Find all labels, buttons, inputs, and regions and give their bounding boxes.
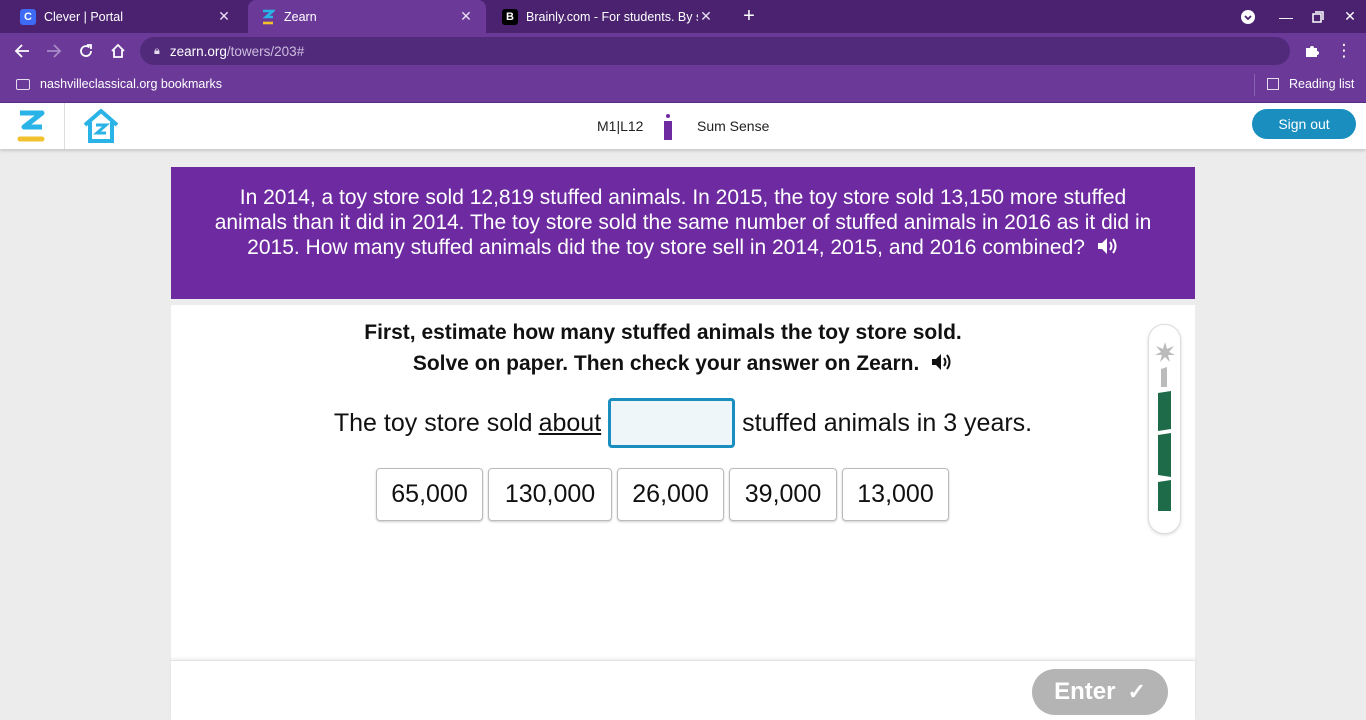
- reading-list-label: Reading list: [1289, 77, 1355, 91]
- answer-choices: 65,000 130,000 26,000 39,000 13,000: [376, 468, 949, 521]
- speaker-icon[interactable]: [1097, 236, 1119, 261]
- zearn-logo-icon[interactable]: [14, 107, 50, 145]
- enter-button[interactable]: Enter ✓: [1032, 669, 1168, 715]
- enter-label: Enter: [1054, 678, 1116, 705]
- lesson-title: Sum Sense: [697, 118, 770, 134]
- tab-clever[interactable]: C Clever | Portal ✕: [8, 0, 244, 33]
- tab-title: Zearn: [284, 9, 317, 24]
- reading-list-button[interactable]: Reading list: [1267, 77, 1354, 91]
- url-host: zearn.org: [169, 43, 227, 59]
- menu-kebab-icon[interactable]: ⋮: [1332, 39, 1356, 63]
- bookmarks-bar: nashvilleclassical.org bookmarks Reading…: [0, 69, 1366, 103]
- lock-icon: 🔒︎: [154, 44, 160, 57]
- choice-tile[interactable]: 26,000: [617, 468, 724, 521]
- close-window-icon[interactable]: ✕: [1334, 0, 1366, 33]
- tower-progress: [1148, 324, 1181, 534]
- answer-drop-box[interactable]: [608, 398, 736, 448]
- tab-title: Brainly.com - For students. By st: [526, 9, 698, 24]
- problem-banner: In 2014, a toy store sold 12,819 stuffed…: [171, 167, 1195, 299]
- back-arrow-icon[interactable]: [10, 39, 34, 63]
- home-icon[interactable]: [82, 108, 120, 144]
- zearn-favicon-icon: [260, 9, 276, 25]
- url-path: /towers/203#: [226, 43, 305, 59]
- lesson-code: M1|L12: [597, 118, 644, 134]
- sign-out-button[interactable]: Sign out: [1252, 109, 1356, 139]
- close-icon[interactable]: ✕: [216, 8, 232, 25]
- problem-text: In 2014, a toy store sold 12,819 stuffed…: [214, 186, 1152, 259]
- sentence-before: The toy store sold: [333, 408, 533, 437]
- instruction-line-2: Solve on paper. Then check your answer o…: [412, 352, 920, 375]
- brainly-favicon-icon: B: [502, 8, 518, 25]
- bookmark-folder[interactable]: nashvilleclassical.org bookmarks: [16, 77, 222, 91]
- tab-zearn[interactable]: Zearn ✕: [248, 0, 486, 33]
- instruction-line-2-row: Solve on paper. Then check your answer o…: [211, 348, 1155, 380]
- bookmark-separator: [1254, 74, 1255, 96]
- home-browser-icon[interactable]: [106, 39, 130, 63]
- folder-icon: [16, 78, 30, 90]
- speaker-icon[interactable]: [931, 349, 953, 380]
- minimize-icon[interactable]: —: [1270, 0, 1302, 33]
- browser-tab-bar: C Clever | Portal ✕ Zearn ✕ B Brainly.co…: [0, 0, 1366, 33]
- extensions-puzzle-icon[interactable]: [1300, 39, 1324, 63]
- reload-icon[interactable]: [74, 39, 98, 63]
- sentence-about: about: [538, 408, 602, 437]
- instruction-line-1: First, estimate how many stuffed animals…: [364, 321, 962, 344]
- tab-search-icon[interactable]: [1232, 0, 1264, 33]
- header-divider: [64, 103, 65, 149]
- restore-icon[interactable]: [1302, 0, 1334, 33]
- tower-progress-icon: [1155, 342, 1175, 511]
- choice-tile[interactable]: 130,000: [488, 468, 612, 521]
- tower-lesson-icon: [664, 114, 672, 140]
- instructions: First, estimate how many stuffed animals…: [171, 317, 1155, 380]
- checkmark-icon: ✓: [1127, 679, 1146, 704]
- address-bar[interactable]: 🔒︎ zearn.org/towers/203#: [140, 37, 1290, 65]
- footer-bar: Enter ✓: [171, 660, 1195, 720]
- close-icon[interactable]: ✕: [458, 8, 474, 25]
- answer-sentence: The toy store sold about stuffed animals…: [171, 397, 1195, 449]
- clever-favicon-icon: C: [20, 8, 36, 25]
- work-area: First, estimate how many stuffed animals…: [171, 305, 1195, 660]
- zearn-header: M1|L12 Sum Sense Sign out: [0, 103, 1366, 149]
- choice-tile[interactable]: 39,000: [729, 468, 837, 521]
- sentence-after: stuffed animals in 3 years.: [742, 408, 1033, 437]
- forward-arrow-icon[interactable]: [42, 39, 66, 63]
- tab-brainly[interactable]: B Brainly.com - For students. By st ✕: [490, 0, 726, 33]
- new-tab-button[interactable]: +: [737, 4, 761, 28]
- browser-toolbar: 🔒︎ zearn.org/towers/203# ⋮: [0, 33, 1366, 69]
- reading-list-icon: [1267, 78, 1279, 90]
- choice-tile[interactable]: 13,000: [842, 468, 949, 521]
- tab-title: Clever | Portal: [44, 9, 123, 24]
- close-icon[interactable]: ✕: [698, 8, 714, 25]
- choice-tile[interactable]: 65,000: [376, 468, 483, 521]
- bookmark-folder-label: nashvilleclassical.org bookmarks: [40, 77, 223, 91]
